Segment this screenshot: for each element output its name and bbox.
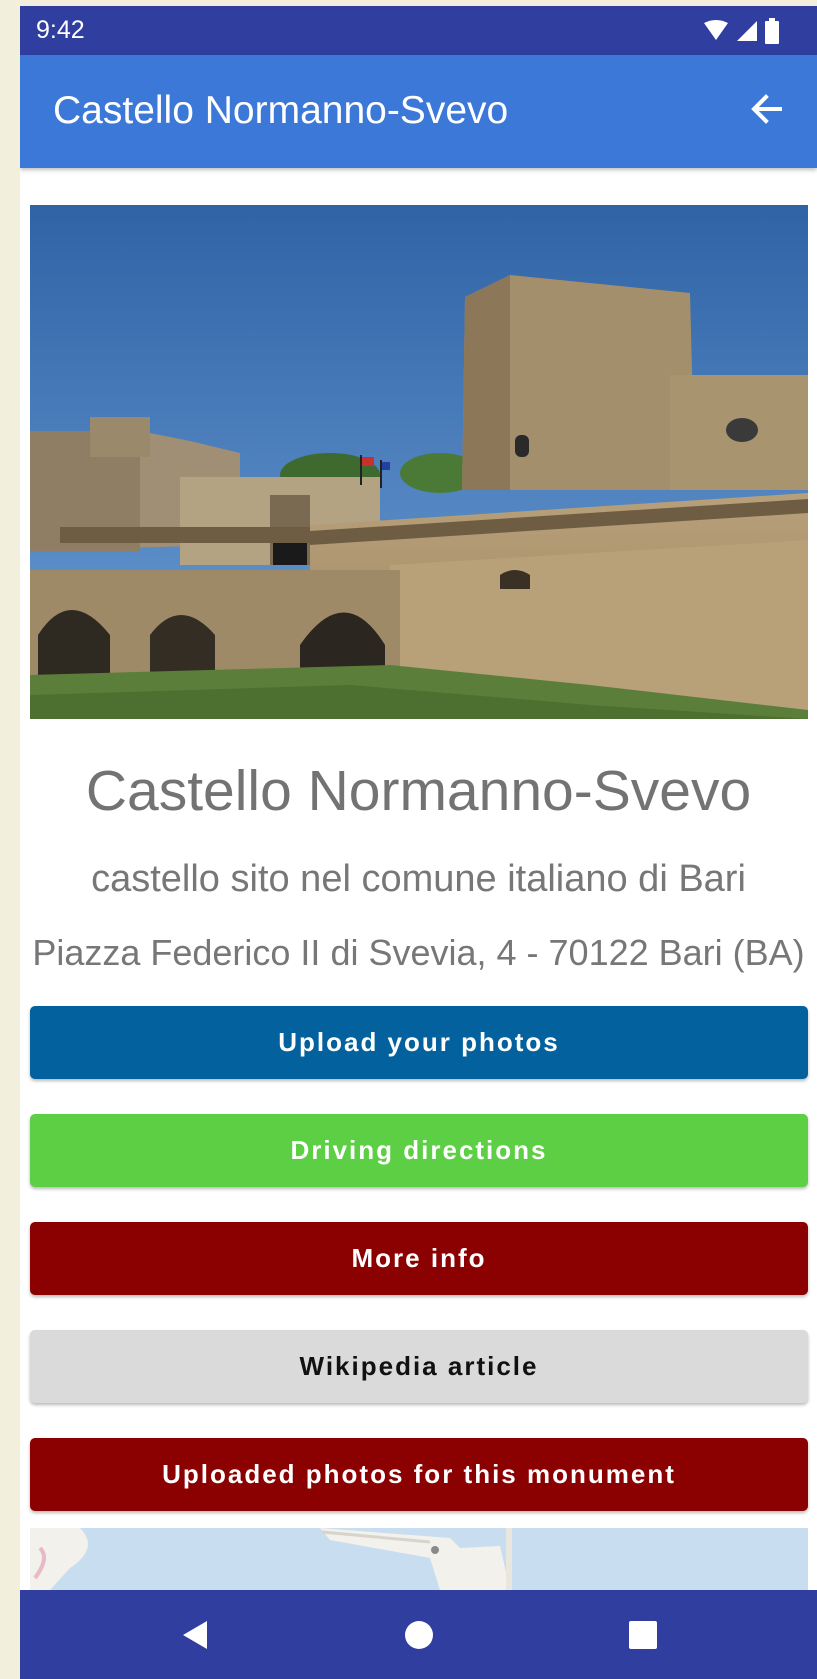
system-nav-bar: [20, 1590, 817, 1679]
status-time: 9:42: [36, 16, 85, 44]
battery-icon: [765, 18, 779, 44]
monument-photo: [30, 205, 808, 719]
status-icons: [703, 16, 779, 46]
more-info-button[interactable]: More info: [30, 1222, 808, 1295]
back-triangle-icon[interactable]: [172, 1612, 218, 1658]
app-bar-title: Castello Normanno-Svevo: [53, 89, 509, 132]
uploaded-photos-button[interactable]: Uploaded photos for this monument: [30, 1438, 808, 1511]
signal-icon: [737, 21, 757, 41]
upload-photos-button[interactable]: Upload your photos: [30, 1006, 808, 1079]
map-preview[interactable]: [30, 1528, 808, 1590]
phone-screen: 9:42 Castello Normanno-Svevo Castello No…: [20, 6, 817, 1679]
wikipedia-article-button[interactable]: Wikipedia article: [30, 1330, 808, 1403]
status-bar: 9:42: [20, 6, 817, 55]
monument-address: Piazza Federico II di Svevia, 4 - 70122 …: [32, 932, 805, 973]
wifi-icon: [704, 20, 728, 40]
monument-title: Castello Normanno-Svevo: [85, 759, 752, 823]
monument-description: castello sito nel comune italiano di Bar…: [91, 858, 746, 900]
arrow-back-icon[interactable]: [741, 83, 793, 135]
recents-square-icon[interactable]: [620, 1612, 666, 1658]
home-circle-icon[interactable]: [396, 1612, 442, 1658]
app-bar: Castello Normanno-Svevo: [20, 55, 817, 168]
driving-directions-button[interactable]: Driving directions: [30, 1114, 808, 1187]
